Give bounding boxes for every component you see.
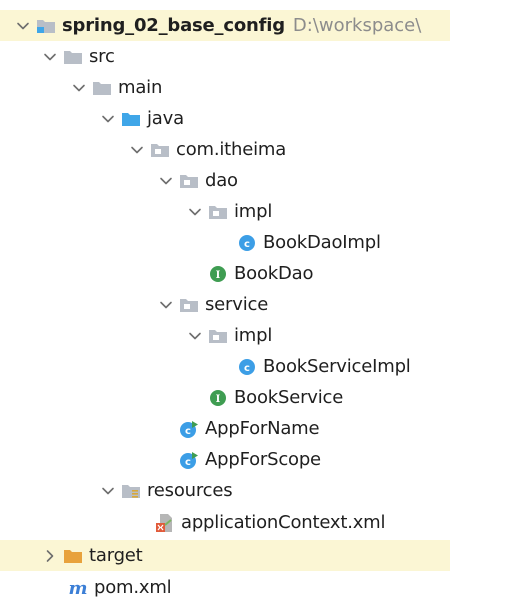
chevron-down-icon[interactable] <box>38 41 62 72</box>
xml-file-icon <box>154 512 176 534</box>
tree-node-label: pom.xml <box>94 577 172 598</box>
class-icon <box>236 232 258 254</box>
project-name: spring_02_base_config <box>62 15 285 36</box>
package-icon <box>178 170 200 192</box>
chevron-down-icon[interactable] <box>96 103 120 134</box>
package-icon <box>149 139 171 161</box>
excluded-folder-icon <box>62 545 84 567</box>
tree-node-service[interactable]: service <box>0 289 450 320</box>
interface-icon <box>207 263 229 285</box>
tree-node-label: resources <box>147 480 233 501</box>
tree-node-app-for-scope[interactable]: AppForScope <box>0 444 450 475</box>
tree-node-label: BookDao <box>234 263 314 284</box>
tree-node-label: AppForScope <box>205 449 321 470</box>
chevron-down-icon[interactable] <box>67 72 91 103</box>
tree-node-label: java <box>147 108 184 129</box>
tree-node-dao[interactable]: dao <box>0 165 450 196</box>
maven-icon <box>67 577 89 599</box>
package-icon <box>207 325 229 347</box>
project-path: D:\workspace\ <box>292 15 422 36</box>
chevron-down-icon[interactable] <box>154 289 178 320</box>
tree-node-label: BookService <box>234 387 344 408</box>
class-icon <box>236 356 258 378</box>
tree-node-book-service[interactable]: BookService <box>0 382 450 413</box>
tree-node-app-for-name[interactable]: AppForName <box>0 413 450 444</box>
chevron-down-icon[interactable] <box>11 10 35 41</box>
tree-node-label: main <box>118 77 163 98</box>
tree-node-label: BookServiceImpl <box>263 356 411 377</box>
tree-node-service-impl[interactable]: impl <box>0 320 450 351</box>
tree-node-application-context[interactable]: applicationContext.xml <box>0 507 450 538</box>
chevron-down-icon[interactable] <box>154 165 178 196</box>
tree-node-label: applicationContext.xml <box>181 512 386 533</box>
interface-icon <box>207 387 229 409</box>
runnable-class-icon <box>178 449 200 471</box>
runnable-class-icon <box>178 418 200 440</box>
tree-node-label: service <box>205 294 269 315</box>
tree-node-label: impl <box>234 325 273 346</box>
chevron-right-icon[interactable] <box>38 540 62 571</box>
package-icon <box>178 294 200 316</box>
source-folder-icon <box>120 108 142 130</box>
tree-node-resources[interactable]: resources <box>0 475 450 506</box>
tree-node-src[interactable]: src <box>0 41 450 72</box>
tree-node-target[interactable]: target <box>0 540 450 571</box>
chevron-down-icon[interactable] <box>183 320 207 351</box>
tree-node-book-dao[interactable]: BookDao <box>0 258 450 289</box>
tree-node-label: impl <box>234 201 273 222</box>
tree-node-label: BookDaoImpl <box>263 232 381 253</box>
tree-node-label: com.itheima <box>176 139 287 160</box>
tree-node-main[interactable]: main <box>0 72 450 103</box>
tree-node-book-dao-impl[interactable]: BookDaoImpl <box>0 227 450 258</box>
module-folder-icon <box>35 15 57 37</box>
resources-folder-icon <box>120 480 142 502</box>
tree-node-label: src <box>89 46 115 67</box>
tree-node-package[interactable]: com.itheima <box>0 134 450 165</box>
chevron-down-icon[interactable] <box>183 196 207 227</box>
project-tree: spring_02_base_config D:\workspace\ src … <box>0 0 450 614</box>
folder-icon <box>62 46 84 68</box>
tree-node-dao-impl[interactable]: impl <box>0 196 450 227</box>
tree-node-label: dao <box>205 170 238 191</box>
folder-icon <box>91 77 113 99</box>
package-icon <box>207 201 229 223</box>
chevron-down-icon[interactable] <box>125 134 149 165</box>
tree-node-pom[interactable]: pom.xml <box>0 572 450 603</box>
tree-node-label: AppForName <box>205 418 320 439</box>
tree-node-java[interactable]: java <box>0 103 450 134</box>
chevron-down-icon[interactable] <box>96 475 120 506</box>
tree-node-book-service-impl[interactable]: BookServiceImpl <box>0 351 450 382</box>
tree-node-project[interactable]: spring_02_base_config D:\workspace\ <box>0 10 450 41</box>
tree-node-label: target <box>89 545 143 566</box>
